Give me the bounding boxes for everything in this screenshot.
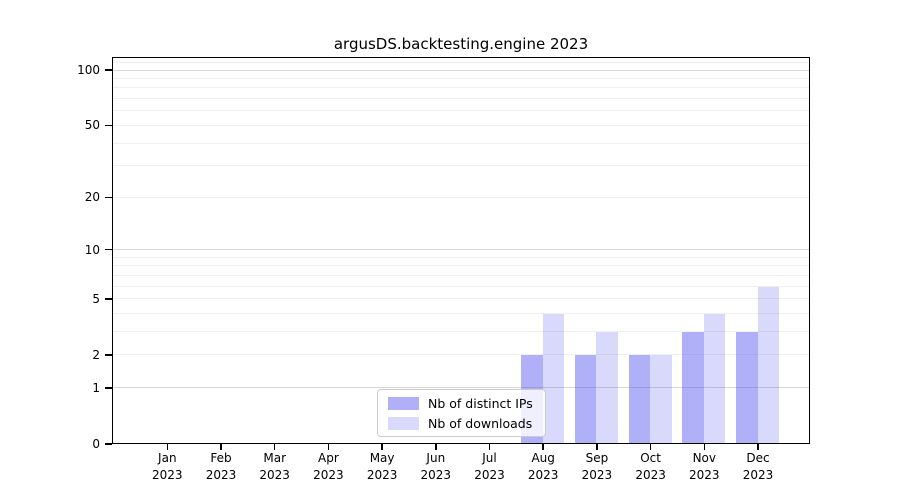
minor-gridline [113,98,809,99]
legend-label-downloads: Nb of downloads [428,416,532,431]
legend-swatch-distinct-ips [388,397,419,410]
y-tick-label: 50 [30,118,100,132]
minor-gridline [113,197,809,198]
minor-gridline [113,78,809,79]
bar-nov-distinct-ips [682,332,704,443]
minor-gridline [113,143,809,144]
minor-gridline [113,62,809,63]
minor-gridline [113,87,809,88]
minor-gridline [113,110,809,111]
bar-dec-distinct-ips [736,332,758,443]
bar-dec-downloads [758,287,780,443]
y-tick-label: 5 [30,292,100,306]
y-tick-mark [105,249,112,251]
minor-gridline [113,265,809,266]
y-tick-label: 20 [30,190,100,204]
bar-nov-downloads [704,314,726,443]
legend-item-distinct-ips: Nb of distinct IPs [385,396,538,411]
bar-oct-distinct-ips [629,355,651,443]
y-tick-mark [105,387,112,389]
figure: argusDS.backtesting.engine 2023 0 1 2 5 10 20… [0,0,900,500]
legend: Nb of distinct IPs Nb of downloads [377,389,546,437]
minor-gridline [113,298,809,299]
x-tick-year: 2023 [726,467,790,484]
legend-swatch-downloads [388,417,419,430]
y-tick-mark [105,197,112,199]
minor-gridline [113,125,809,126]
minor-gridline [113,257,809,258]
minor-gridline [113,286,809,287]
legend-item-downloads: Nb of downloads [385,416,538,431]
y-tick-label: 1 [30,381,100,395]
bar-oct-downloads [650,355,672,443]
minor-gridline [113,165,809,166]
x-tick-month: Dec [726,450,790,467]
y-tick-label: 2 [30,348,100,362]
y-tick-mark [105,354,112,356]
y-tick-label: 10 [30,243,100,257]
x-tick-label: Dec2023 [726,450,790,484]
y-tick-mark [105,443,112,445]
y-tick-mark [105,69,112,71]
bar-sep-downloads [596,332,618,443]
major-gridline [113,249,809,250]
y-tick-label: 0 [30,437,100,451]
chart-title: argusDS.backtesting.engine 2023 [112,35,810,53]
plot-area [112,57,810,444]
minor-gridline [113,275,809,276]
y-tick-mark [105,298,112,300]
bar-sep-distinct-ips [575,355,597,443]
major-gridline [113,70,809,71]
y-tick-label: 100 [30,63,100,77]
y-tick-mark [105,125,112,127]
legend-label-distinct-ips: Nb of distinct IPs [428,396,533,411]
